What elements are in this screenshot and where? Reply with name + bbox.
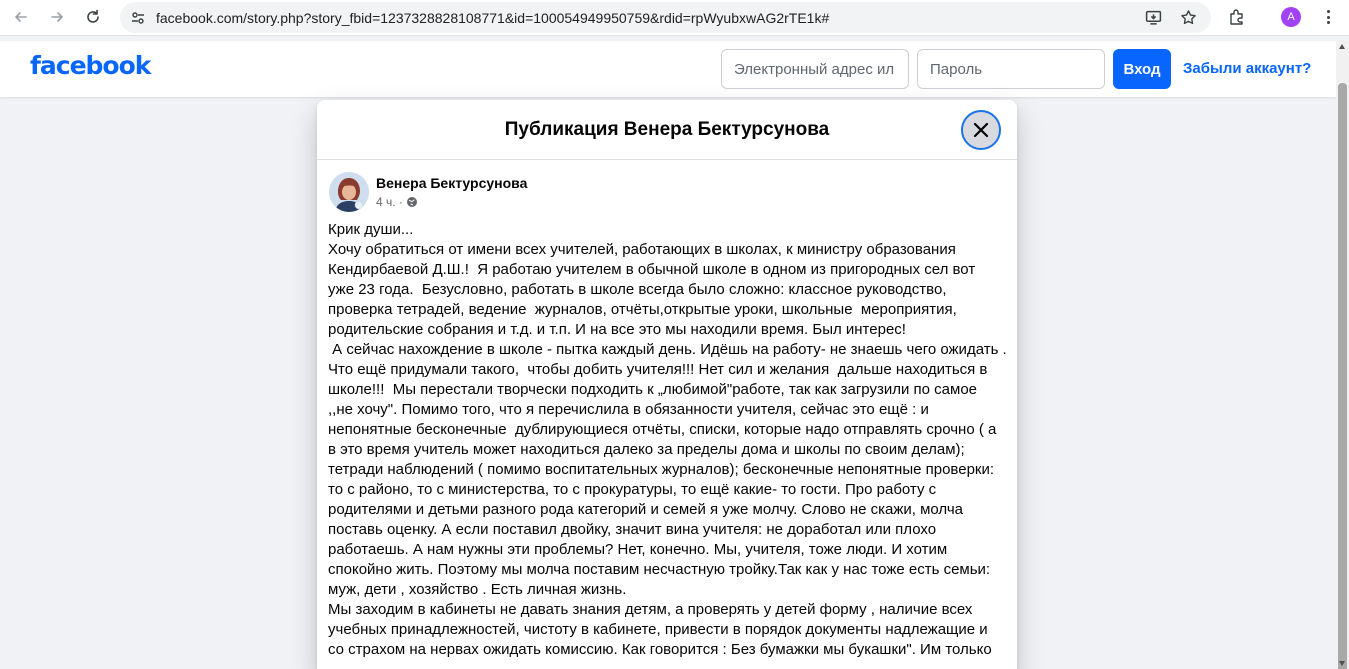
forward-button[interactable]: [45, 5, 69, 29]
reload-button[interactable]: [81, 5, 105, 29]
post-meta: 4 ч. ·: [376, 195, 527, 209]
scroll-thumb[interactable]: [1338, 83, 1347, 669]
post-text-line: школе!!! Мы перестали творчески подходит…: [328, 381, 978, 398]
arrow-left-icon: [15, 12, 27, 22]
post-text-line: работаешь. А нам нужны эти проблемы? Нет…: [328, 541, 948, 558]
dialog-header: Публикация Венера Бектурсунова: [317, 100, 1017, 160]
facebook-logo[interactable]: facebook: [30, 51, 151, 80]
close-icon: [973, 122, 989, 138]
url-text[interactable]: facebook.com/story.php?story_fbid=123732…: [156, 10, 1145, 26]
author-avatar[interactable]: [329, 172, 369, 212]
forgot-account-link[interactable]: Забыли аккаунт?: [1183, 60, 1311, 77]
post-text-line: учебных принадлежностей, чистоту в кабин…: [328, 621, 988, 638]
post-text-line: А сейчас нахождение в школе - пытка кажд…: [328, 341, 1007, 358]
post-dialog: Публикация Венера Бектурсунова Венера Бе…: [317, 100, 1017, 669]
globe-icon: [406, 197, 417, 207]
post-author-row: Венера Бектурсунова 4 ч. ·: [329, 172, 527, 212]
browser-toolbar: facebook.com/story.php?story_fbid=123732…: [0, 0, 1349, 36]
dialog-title: Публикация Венера Бектурсунова: [504, 118, 830, 140]
back-button[interactable]: [9, 5, 33, 29]
password-input[interactable]: Пароль: [917, 49, 1105, 89]
page-scrollbar[interactable]: [1336, 41, 1349, 669]
email-input[interactable]: Электронный адрес ил: [721, 49, 909, 89]
reload-icon: [87, 9, 99, 23]
browser-menu-icon[interactable]: [1320, 8, 1336, 26]
post-text-line: в это время учитель может находиться дал…: [328, 441, 965, 458]
post-text-line: со страхом на нервах ожидать комиссию. К…: [328, 641, 992, 658]
site-settings-icon[interactable]: [130, 10, 146, 26]
post-text-line: уже 23 года. Безусловно, работать в школ…: [328, 281, 947, 298]
post-text: Крик души... Хочу обратиться от имени вс…: [328, 220, 1008, 660]
post-text-line: родительские собрания и т.д. и т.п. И на…: [328, 321, 906, 338]
post-text-line: проверка тетрадей, ведение журналов, отч…: [328, 301, 957, 318]
scroll-up-arrow[interactable]: [1339, 44, 1345, 49]
post-text-line: тетради наблюдений ( помимо воспитательн…: [328, 461, 995, 478]
author-name[interactable]: Венера Бектурсунова: [376, 175, 527, 191]
post-text-line: Кендирбаевой Д.Ш.! Я работаю учителем в …: [328, 261, 976, 278]
scroll-down-arrow[interactable]: [1339, 661, 1345, 666]
post-text-line: муж, дети , хозяйство . Есть личная жизн…: [328, 581, 627, 598]
post-text-line: непонятные бесконечные дублирующиеся отч…: [328, 421, 997, 438]
address-bar[interactable]: facebook.com/story.php?story_fbid=123732…: [120, 2, 1211, 33]
post-text-line: Крик души...: [328, 221, 414, 238]
bookmark-star-icon[interactable]: [1180, 9, 1197, 26]
post-text-line: ,,не хочу". Помимо того, что я перечисли…: [328, 401, 929, 418]
arrow-right-icon: [51, 12, 63, 22]
post-text-line: спокойно жить. Поэтому мы молча поставим…: [328, 561, 991, 578]
install-app-icon[interactable]: [1145, 9, 1162, 26]
post-text-line: поставь оценку. А если поставил двойку, …: [328, 521, 937, 538]
extensions-icon[interactable]: [1228, 8, 1246, 26]
post-time[interactable]: 4 ч. ·: [376, 195, 403, 209]
profile-avatar[interactable]: A: [1281, 7, 1301, 27]
close-button[interactable]: [961, 110, 1001, 150]
login-button[interactable]: Вход: [1113, 49, 1171, 89]
post-text-line: Мы заходим в кабинеты не давать знания д…: [328, 601, 973, 618]
facebook-header: facebook Электронный адрес ил Пароль Вхо…: [0, 41, 1336, 97]
post-text-line: Что ещё придумали такого, чтобы добить у…: [328, 361, 988, 378]
post-text-line: родителями и детьми разного рода категор…: [328, 501, 964, 518]
post-text-line: Хочу обратиться от имени всех учителей, …: [328, 241, 956, 258]
post-text-line: то с районо, то с министерства, то с про…: [328, 481, 937, 498]
